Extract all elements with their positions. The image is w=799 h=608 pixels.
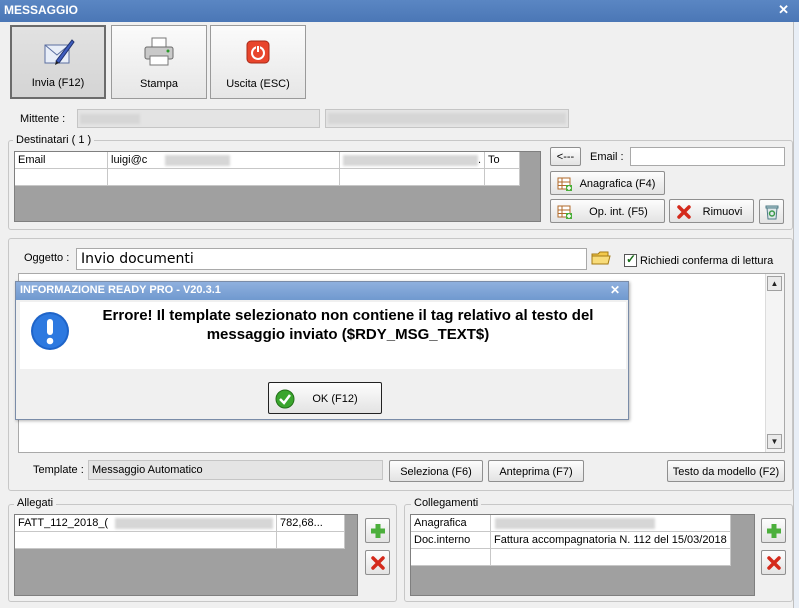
grid-cell xyxy=(277,532,345,549)
redacted-text xyxy=(115,518,273,529)
ok-button-label: OK (F12) xyxy=(312,393,358,405)
sender-name-field xyxy=(77,109,320,128)
subject-label: Oggetto : xyxy=(24,252,70,264)
attachment-size-cell: 782,68... xyxy=(277,515,345,532)
red-x-icon xyxy=(677,205,691,219)
plus-icon xyxy=(767,524,781,538)
remove-link-button[interactable] xyxy=(761,550,786,575)
power-icon xyxy=(246,40,270,64)
print-button[interactable]: Stampa xyxy=(111,25,207,99)
template-field: Messaggio Automatico xyxy=(88,460,383,480)
folder-icon xyxy=(591,251,611,265)
grid-add-icon xyxy=(557,177,572,191)
recipient-mode-cell: To xyxy=(485,152,520,169)
email-input[interactable] xyxy=(630,147,785,166)
window-title: MESSAGGIO xyxy=(4,3,79,17)
attachments-group-title: Allegati xyxy=(14,497,57,509)
remove-attachment-button[interactable] xyxy=(365,550,390,575)
internal-operator-button-label: Op. int. (F5) xyxy=(589,206,648,218)
redacted-text xyxy=(80,114,140,124)
window-title-bar: MESSAGGIO ✕ xyxy=(0,0,799,22)
grid-cell xyxy=(411,549,491,566)
add-attachment-button[interactable] xyxy=(365,518,390,543)
grid-cell xyxy=(108,169,340,186)
grid-cell xyxy=(15,169,108,186)
links-group-title: Collegamenti xyxy=(411,497,482,509)
recipient-type-cell: Email xyxy=(15,152,108,169)
red-x-icon xyxy=(767,556,781,570)
sender-address-field xyxy=(325,109,569,128)
grid-cell xyxy=(485,169,520,186)
dialog-close-icon[interactable]: ✕ xyxy=(610,283,620,297)
attachments-grid: FATT_112_2018_( 782,68... xyxy=(14,514,358,596)
template-label: Template : xyxy=(33,464,84,476)
sender-label: Mittente : xyxy=(20,113,66,125)
printer-icon xyxy=(144,37,174,66)
message-body-scrollbar[interactable]: ▲ ▼ xyxy=(765,274,784,452)
read-receipt-label: Richiedi conferma di lettura xyxy=(640,255,774,267)
dialog-message: Errore! Il template selezionato non cont… xyxy=(102,307,594,343)
recycle-bin-icon xyxy=(765,205,779,220)
recipient-address: luigi@c xyxy=(111,154,148,166)
red-x-icon xyxy=(371,556,385,570)
background-strip xyxy=(794,22,799,608)
error-dialog: INFORMAZIONE READY PRO - V20.3.1 ✕ Error… xyxy=(15,281,629,420)
link-type-cell: Anagrafica xyxy=(411,515,491,532)
recipients-grid: Email luigi@c . To xyxy=(14,151,541,222)
template-value: Messaggio Automatico xyxy=(92,464,203,476)
table-row[interactable] xyxy=(15,169,520,186)
select-template-button[interactable]: Seleziona (F6) xyxy=(389,460,483,482)
redacted-text xyxy=(495,518,655,529)
table-row[interactable] xyxy=(15,532,345,549)
send-button[interactable]: Invia (F12) xyxy=(10,25,106,99)
grid-add-icon xyxy=(557,205,572,219)
exit-button[interactable]: Uscita (ESC) xyxy=(210,25,306,99)
window-close-icon[interactable]: ✕ xyxy=(778,2,789,18)
quill-pen-icon xyxy=(44,39,75,65)
recipient-name-marker: . xyxy=(477,154,481,166)
redacted-text xyxy=(328,113,566,124)
text-from-model-button[interactable]: Testo da modello (F2) xyxy=(667,460,785,482)
checkmark-icon: ✓ xyxy=(626,252,637,266)
remove-recipient-button[interactable]: Rimuovi xyxy=(669,199,754,223)
read-receipt-checkbox[interactable]: ✓ xyxy=(624,252,637,267)
link-type-cell: Doc.interno xyxy=(411,532,491,549)
recipients-group-title: Destinatari ( 1 ) xyxy=(13,134,95,146)
email-label: Email : xyxy=(590,151,624,163)
print-button-label: Stampa xyxy=(140,78,178,90)
ok-button[interactable]: OK (F12) xyxy=(268,382,382,414)
table-row[interactable]: Doc.interno Fattura accompagnatoria N. 1… xyxy=(411,532,731,549)
link-value-cell: Fattura accompagnatoria N. 112 del 15/03… xyxy=(491,532,731,549)
browse-folder-button[interactable] xyxy=(591,248,611,268)
exclamation-icon xyxy=(31,312,69,350)
recycle-bin-button[interactable] xyxy=(759,199,784,224)
subject-input[interactable] xyxy=(76,248,587,270)
registry-button-label: Anagrafica (F4) xyxy=(579,178,656,190)
redacted-text xyxy=(343,155,478,166)
dialog-title: INFORMAZIONE READY PRO - V20.3.1 xyxy=(20,284,221,296)
preview-button[interactable]: Anteprima (F7) xyxy=(488,460,584,482)
remove-recipient-label: Rimuovi xyxy=(702,206,743,218)
table-row[interactable] xyxy=(411,549,731,566)
grid-cell xyxy=(15,532,277,549)
add-link-button[interactable] xyxy=(761,518,786,543)
redacted-text xyxy=(165,155,230,166)
exit-button-label: Uscita (ESC) xyxy=(226,78,290,90)
grid-cell xyxy=(491,549,731,566)
links-grid: Anagrafica Doc.interno Fattura accompagn… xyxy=(410,514,755,596)
dialog-title-bar: INFORMAZIONE READY PRO - V20.3.1 ✕ xyxy=(16,282,628,300)
plus-icon xyxy=(371,524,385,538)
send-button-label: Invia (F12) xyxy=(31,77,85,89)
scroll-down-arrow-icon[interactable]: ▼ xyxy=(767,434,782,449)
internal-operator-button[interactable]: Op. int. (F5) xyxy=(550,199,665,223)
dialog-body: Errore! Il template selezionato non cont… xyxy=(20,302,626,369)
scroll-up-arrow-icon[interactable]: ▲ xyxy=(767,276,782,291)
move-back-button[interactable]: <--- xyxy=(550,147,581,166)
grid-cell xyxy=(340,169,485,186)
checkmark-icon xyxy=(275,389,295,409)
registry-button[interactable]: Anagrafica (F4) xyxy=(550,171,665,195)
